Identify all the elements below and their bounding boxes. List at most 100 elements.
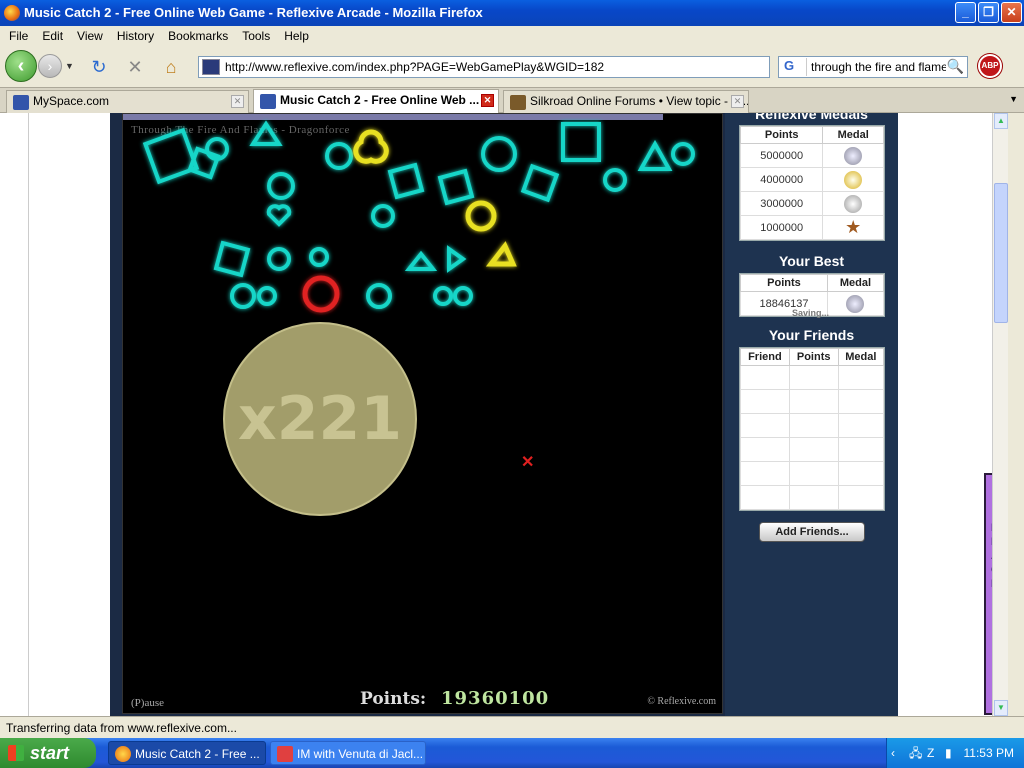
tab-label: Music Catch 2 - Free Online Web ...	[280, 93, 480, 107]
add-friends-button[interactable]: Add Friends...	[759, 522, 865, 542]
scroll-down-icon[interactable]: ▼	[994, 700, 1008, 716]
tab-close-icon[interactable]: ✕	[481, 94, 494, 107]
home-icon[interactable]: ⌂	[160, 56, 182, 78]
table-row	[740, 485, 885, 510]
search-input[interactable]	[811, 58, 946, 76]
shape-triangle-yellow	[485, 241, 517, 267]
platinum-medal-icon	[846, 294, 865, 313]
url-input[interactable]	[225, 58, 705, 76]
adblock-plus-icon[interactable]: ABP	[978, 54, 1002, 78]
table-row: 3000000	[739, 191, 884, 216]
tray-arrow-icon[interactable]: ‹	[891, 746, 905, 760]
clock: 11:53 PM	[963, 746, 1014, 760]
bronze-medal-icon: ★	[845, 217, 862, 237]
friends-table: Friend Points Medal	[739, 347, 885, 511]
tab-list-dropdown-icon[interactable]: ▼	[1009, 94, 1018, 104]
pause-hint[interactable]: (P)ause	[131, 697, 164, 709]
menu-file[interactable]: File	[2, 26, 35, 46]
col-medal: Medal	[826, 274, 885, 292]
game-canvas[interactable]: Through The Fire And Flames - Dragonforc…	[122, 113, 723, 714]
table-row: 1000000 ★	[739, 215, 884, 240]
firefox-window: Music Catch 2 - Free Online Web Game - R…	[0, 0, 1024, 740]
shape-clover	[371, 204, 395, 228]
taskbar-item-im[interactable]: IM with Venuta di Jacl...	[270, 741, 426, 765]
menu-history[interactable]: History	[110, 26, 161, 46]
your-best-title: Your Best	[778, 253, 845, 269]
col-friend: Friend	[740, 348, 790, 366]
table-row	[740, 365, 885, 390]
shape-circle-yellow	[465, 200, 497, 232]
close-button[interactable]: ✕	[1001, 2, 1022, 23]
shape-triangle	[447, 245, 467, 273]
reload-icon[interactable]: ↻	[88, 56, 110, 78]
tab-label: Silkroad Online Forums • View topic - w.…	[530, 94, 749, 108]
menu-bookmarks[interactable]: Bookmarks	[161, 26, 235, 46]
medal-points: 3000000	[739, 191, 824, 216]
menu-help[interactable]: Help	[277, 26, 316, 46]
zonealarm-icon[interactable]: Z	[927, 746, 941, 760]
start-button[interactable]: start	[0, 738, 96, 768]
tab-close-icon[interactable]: ✕	[731, 95, 744, 108]
taskbar-item-firefox[interactable]: Music Catch 2 - Free ...	[108, 741, 266, 765]
silkroad-favicon	[510, 95, 526, 110]
network-icon[interactable]: 🖧	[909, 746, 923, 760]
shape-diamond	[187, 146, 221, 180]
platinum-medal-icon	[844, 146, 863, 165]
player-catcher-ring	[302, 275, 340, 313]
scroll-thumb[interactable]	[994, 183, 1008, 323]
stop-icon[interactable]: ✕	[124, 56, 146, 78]
shape-diamond	[213, 240, 251, 278]
shape-clover	[671, 142, 695, 166]
saving-indicator: Saving...	[792, 308, 830, 318]
tab-close-icon[interactable]: ✕	[231, 95, 244, 108]
back-button[interactable]: ‹	[5, 50, 37, 82]
scores-sidebar: Reflexive Medals Points Medal 5000000 400…	[725, 113, 898, 716]
history-dropdown-icon[interactable]: ▼	[65, 61, 74, 71]
medal-points: 5000000	[739, 143, 824, 168]
page-scrollbar[interactable]: ▲ ▼	[992, 113, 1008, 716]
search-bar[interactable]: G 🔍	[778, 56, 968, 78]
shape-triangle	[249, 120, 283, 146]
minimize-button[interactable]: _	[955, 2, 976, 23]
shape-diamond	[437, 168, 475, 206]
col-medal: Medal	[837, 348, 885, 366]
shape-clover	[603, 168, 627, 192]
navigation-toolbar: ‹ › ▼ ↻ ✕ ⌂ ★ ▼ G 🔍 ABP	[0, 46, 1024, 88]
table-row	[740, 389, 885, 414]
page-content: Through The Fire And Flames - Dragonforc…	[0, 113, 1008, 716]
forward-button[interactable]: ›	[38, 54, 62, 78]
table-row: 5000000	[739, 143, 884, 168]
shape-triangle	[404, 250, 438, 271]
shape-triangle	[637, 139, 673, 171]
tab-bar: MySpace.com ✕ Music Catch 2 - Free Onlin…	[0, 88, 1024, 113]
shape-clover	[453, 286, 473, 306]
restore-button[interactable]: ❐	[978, 2, 999, 23]
col-medal: Medal	[822, 126, 884, 144]
table-row	[740, 461, 885, 486]
table-row	[740, 437, 885, 462]
scroll-up-icon[interactable]: ▲	[994, 113, 1008, 129]
medal-points: 1000000	[739, 215, 824, 240]
search-icon[interactable]: 🔍	[947, 58, 964, 75]
shape-clover	[325, 142, 353, 170]
tab-music-catch[interactable]: Music Catch 2 - Free Online Web ... ✕	[253, 89, 499, 113]
table-row: 4000000	[739, 167, 884, 192]
shape-circle	[230, 283, 256, 309]
menu-tools[interactable]: Tools	[235, 26, 277, 46]
tab-silkroad[interactable]: Silkroad Online Forums • View topic - w.…	[503, 90, 749, 113]
medals-table: Points Medal 5000000 4000000 3000000 1000…	[739, 125, 885, 241]
points-value: 19360100	[441, 688, 550, 709]
tab-label: MySpace.com	[33, 94, 110, 108]
shape-diamond	[142, 127, 200, 185]
medal-points: 4000000	[739, 167, 824, 192]
menu-view[interactable]: View	[70, 26, 110, 46]
signal-icon[interactable]: ▮	[945, 746, 959, 760]
tab-myspace[interactable]: MySpace.com ✕	[6, 90, 249, 113]
windows-flag-icon	[8, 745, 24, 761]
points-label: Points:	[360, 689, 427, 709]
address-bar[interactable]: ★ ▼	[198, 56, 965, 78]
menu-edit[interactable]: Edit	[35, 26, 70, 46]
shape-spade-yellow	[353, 129, 389, 164]
search-engine-google-icon[interactable]: G	[781, 58, 807, 76]
col-points: Points	[739, 126, 824, 144]
